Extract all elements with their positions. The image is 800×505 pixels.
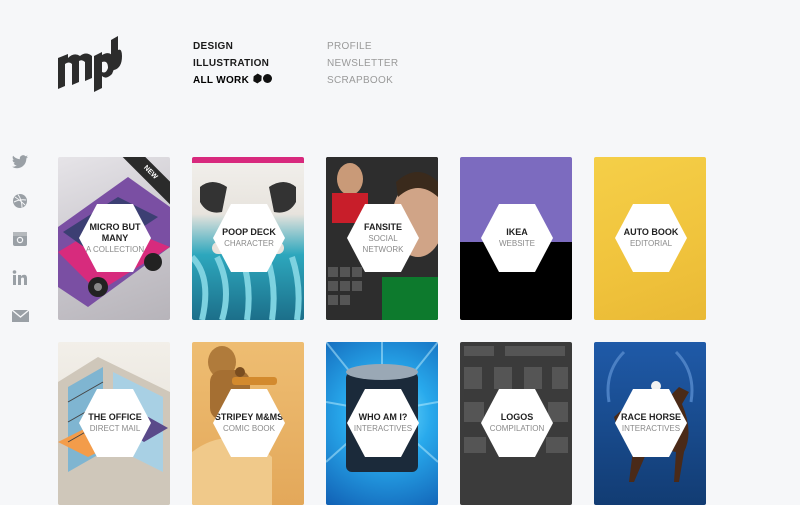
- nav-all-work[interactable]: ALL WORK: [193, 72, 273, 89]
- secondary-nav: PROFILE NEWSLETTER SCRAPBOOK: [327, 38, 398, 89]
- tile-title: WHO AM I?: [358, 412, 408, 422]
- tile-subtitle: INTERACTIVES: [621, 424, 681, 433]
- tile-title: AUTO BOOK: [623, 227, 679, 237]
- tile-subtitle: COMPILATION: [489, 424, 545, 433]
- nav-design[interactable]: DESIGN: [193, 38, 273, 55]
- tile-title: MICRO BUT MANY: [89, 221, 141, 243]
- tile-title: IKEA: [506, 227, 528, 237]
- tile-subtitle: CHARACTER: [224, 239, 274, 248]
- tile-title: THE OFFICE: [88, 412, 142, 422]
- portfolio-tile-micro-but-many[interactable]: NEW MICRO BUT MANY A COLLECTION: [58, 157, 170, 320]
- tile-title: FANSITE: [363, 221, 402, 232]
- portfolio-tile-ikea[interactable]: IKEA WEBSITE: [460, 157, 572, 320]
- portfolio-tile-auto-book[interactable]: AUTO BOOK EDITORIAL: [594, 157, 706, 320]
- nav-illustration[interactable]: ILLUSTRATION: [193, 55, 273, 72]
- portfolio-tile-logos[interactable]: LOGOS COMPILATION: [460, 342, 572, 505]
- portfolio-tile-stripey-mms[interactable]: STRIPEY M&MS COMIC BOOK: [192, 342, 304, 505]
- linkedin-icon[interactable]: [12, 270, 28, 285]
- portfolio-tile-the-office[interactable]: THE OFFICE DIRECT MAIL: [58, 342, 170, 505]
- portfolio-tile-fansite[interactable]: FANSITE SOCIAL NETWORK: [326, 157, 438, 320]
- primary-nav: DESIGN ILLUSTRATION ALL WORK: [193, 38, 273, 89]
- twitter-icon[interactable]: [12, 155, 28, 169]
- nav-profile[interactable]: PROFILE: [327, 38, 398, 55]
- tile-title: STRIPEY M&MS: [214, 412, 284, 422]
- nav-scrapbook[interactable]: SCRAPBOOK: [327, 72, 398, 89]
- nav-newsletter[interactable]: NEWSLETTER: [327, 55, 398, 72]
- mpb-logo[interactable]: [56, 36, 122, 92]
- tile-title: RACE HORSE: [620, 412, 681, 422]
- tile-subtitle: COMIC BOOK: [222, 424, 275, 433]
- tile-subtitle: INTERACTIVES: [353, 424, 413, 433]
- tile-subtitle: WEBSITE: [498, 239, 535, 248]
- dribbble-icon[interactable]: [12, 193, 28, 209]
- tile-subtitle: DIRECT MAIL: [89, 424, 141, 433]
- active-indicator-icon: [253, 72, 273, 89]
- portfolio-tile-race-horse[interactable]: RACE HORSE INTERACTIVES: [594, 342, 706, 505]
- tile-title: POOP DECK: [222, 227, 276, 237]
- instagram-icon[interactable]: [12, 231, 28, 247]
- tile-title: LOGOS: [500, 412, 534, 422]
- tile-subtitle: A COLLECTION: [85, 244, 145, 254]
- portfolio-tile-who-am-i[interactable]: WHO AM I? INTERACTIVES: [326, 342, 438, 505]
- mail-icon[interactable]: [12, 310, 29, 322]
- portfolio-tile-poop-deck[interactable]: POOP DECK CHARACTER: [192, 157, 304, 320]
- tile-subtitle: EDITORIAL: [629, 239, 673, 248]
- tile-subtitle: SOCIAL NETWORK: [362, 233, 404, 254]
- nav-all-work-label: ALL WORK: [193, 75, 250, 87]
